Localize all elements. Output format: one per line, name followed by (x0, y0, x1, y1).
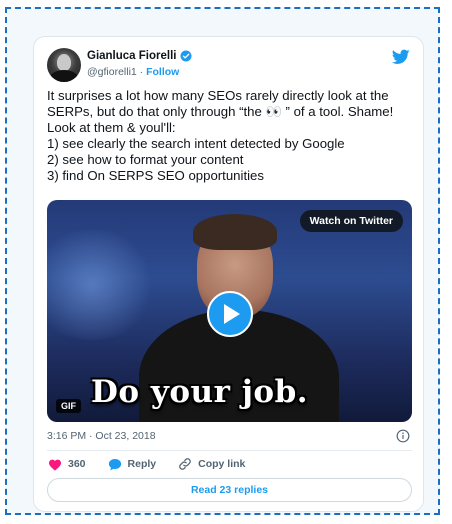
play-button[interactable] (207, 291, 253, 337)
tweet-card: Gianluca Fiorelli @gfiorelli1 · Follow I… (33, 36, 424, 512)
author-handle[interactable]: @gfiorelli1 (87, 66, 137, 78)
like-count: 360 (68, 458, 86, 470)
action-bar: 360 Reply Copy link (48, 457, 267, 471)
divider (47, 450, 412, 451)
reply-bubble-icon (108, 458, 121, 470)
tweet-timestamp[interactable]: 3:16 PM · Oct 23, 2018 (47, 430, 156, 442)
follow-link[interactable]: Follow (146, 66, 179, 78)
author-handle-row: @gfiorelli1 · Follow (87, 66, 179, 78)
copy-link-label: Copy link (198, 458, 246, 470)
handle-separator: · (136, 66, 147, 78)
copy-link-button[interactable]: Copy link (178, 457, 245, 471)
reply-button[interactable]: Reply (108, 458, 157, 471)
play-icon (224, 304, 240, 324)
gif-caption: Do your job. (91, 374, 309, 410)
avatar[interactable] (47, 48, 81, 82)
link-icon (179, 458, 191, 470)
twitter-bird-icon[interactable] (392, 49, 410, 65)
embed-frame: Gianluca Fiorelli @gfiorelli1 · Follow I… (5, 7, 440, 515)
reply-label: Reply (127, 458, 157, 470)
read-replies-button[interactable]: Read 23 replies (47, 478, 412, 502)
gif-media[interactable]: Watch on Twitter Do your job. GIF (47, 200, 412, 422)
info-icon[interactable] (396, 429, 410, 443)
author-name-row: Gianluca Fiorelli (87, 50, 192, 62)
author-name[interactable]: Gianluca Fiorelli (87, 50, 176, 62)
like-button[interactable]: 360 (48, 458, 86, 471)
watch-on-twitter-button[interactable]: Watch on Twitter (299, 210, 403, 232)
gif-badge: GIF (56, 399, 81, 413)
person-hair (193, 214, 277, 250)
background-light (47, 230, 157, 340)
verified-badge-icon (180, 50, 192, 62)
heart-icon (48, 459, 62, 471)
tweet-text: It surprises a lot how many SEOs rarely … (47, 88, 394, 183)
